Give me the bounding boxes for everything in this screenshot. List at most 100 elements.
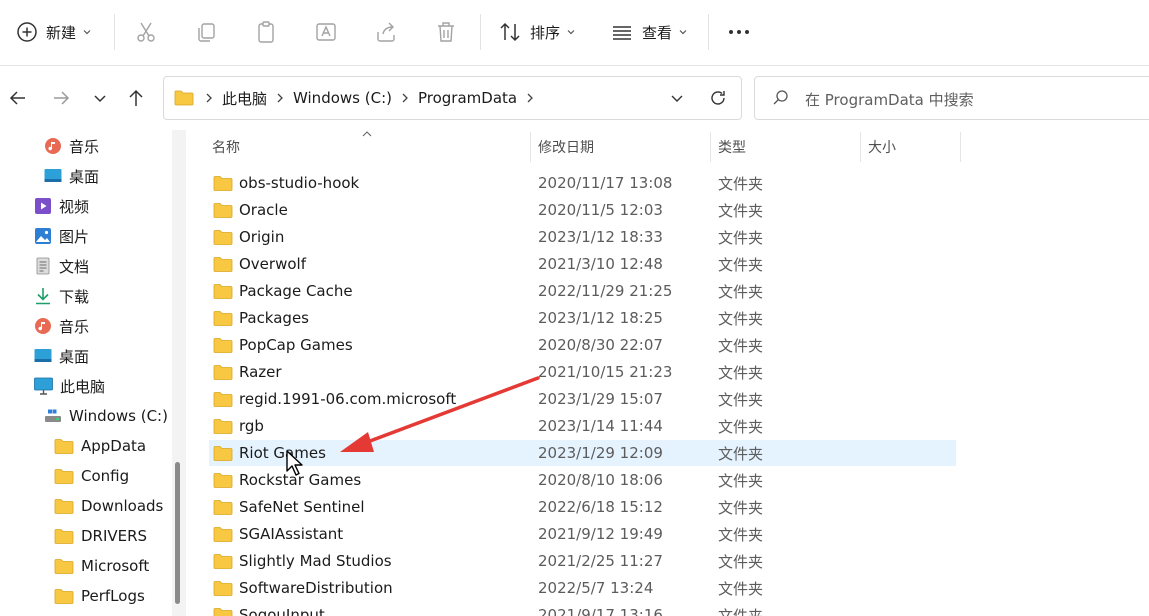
file-type: 文件夹	[718, 201, 764, 220]
address-history-button[interactable]	[664, 85, 690, 111]
column-header-type[interactable]: 类型	[718, 130, 746, 164]
nav-item-label: 音乐	[69, 137, 100, 156]
nav-item-pictures[interactable]: 图片	[34, 224, 89, 248]
table-row[interactable]: Package Cache 2022/11/29 21:25 文件夹	[209, 278, 956, 304]
table-row[interactable]: Slightly Mad Studios 2021/2/25 11:27 文件夹	[209, 548, 956, 574]
nav-item-music[interactable]: 音乐	[44, 134, 99, 158]
nav-item-label: DRIVERS	[81, 527, 148, 545]
nav-item-this-pc[interactable]: 此电脑	[34, 374, 105, 398]
column-divider[interactable]	[960, 132, 961, 162]
delete-button[interactable]	[434, 16, 458, 48]
nav-item-folder[interactable]: DRIVERS	[54, 524, 147, 548]
sort-button[interactable]: 排序	[498, 16, 576, 48]
folder-icon	[213, 170, 233, 196]
file-name: SoftwareDistribution	[239, 579, 393, 597]
back-button[interactable]	[4, 84, 32, 112]
trash-icon	[438, 22, 454, 42]
cut-button[interactable]	[134, 16, 158, 48]
nav-item-downloads[interactable]: 下载	[34, 284, 89, 308]
table-row[interactable]: Packages 2023/1/12 18:25 文件夹	[209, 305, 956, 331]
nav-item-label: 视频	[59, 197, 90, 216]
nav-item-desktop[interactable]: 桌面	[34, 344, 89, 368]
video-icon	[35, 198, 51, 214]
file-type: 文件夹	[718, 606, 764, 616]
scrollbar-thumb[interactable]	[175, 462, 180, 604]
folder-icon	[213, 224, 233, 250]
file-name: rgb	[239, 417, 264, 435]
table-row[interactable]: regid.1991-06.com.microsoft 2023/1/29 15:…	[209, 386, 956, 412]
up-button[interactable]	[122, 84, 150, 112]
file-modified-date: 2021/10/15 21:23	[538, 363, 673, 381]
table-row[interactable]: Oracle 2020/11/5 12:03 文件夹	[209, 197, 956, 223]
nav-item-label: Downloads	[81, 497, 164, 515]
column-header-size[interactable]: 大小	[868, 130, 896, 164]
share-button[interactable]	[374, 16, 398, 48]
breadcrumb-programdata[interactable]: ProgramData	[418, 89, 517, 107]
folder-icon	[213, 602, 233, 616]
nav-item-desktop[interactable]: 桌面	[44, 164, 99, 188]
nav-item-label: Windows (C:)	[69, 407, 168, 425]
table-row[interactable]: rgb 2023/1/14 11:44 文件夹	[209, 413, 956, 439]
file-name: Razer	[239, 363, 282, 381]
nav-item-drive-c[interactable]: Windows (C:)	[44, 404, 168, 428]
file-type: 文件夹	[718, 579, 764, 598]
folder-icon	[213, 278, 233, 304]
column-divider[interactable]	[710, 132, 711, 162]
mouse-cursor-icon	[286, 450, 303, 476]
copy-button[interactable]	[194, 16, 218, 48]
music-icon	[45, 138, 61, 154]
breadcrumb-this-pc[interactable]: 此电脑	[222, 88, 267, 109]
plus-circle-icon	[17, 22, 37, 42]
column-divider[interactable]	[530, 132, 531, 162]
table-row[interactable]: SafeNet Sentinel 2022/6/18 15:12 文件夹	[209, 494, 956, 520]
file-name: Riot Games	[239, 444, 326, 462]
table-row[interactable]: obs-studio-hook 2020/11/17 13:08 文件夹	[209, 170, 956, 196]
nav-item-music[interactable]: 音乐	[34, 314, 89, 338]
folder-icon	[213, 467, 233, 493]
nav-scrollbar[interactable]	[172, 130, 186, 616]
table-row[interactable]: Origin 2023/1/12 18:33 文件夹	[209, 224, 956, 250]
nav-item-folder[interactable]: AppData	[54, 434, 146, 458]
breadcrumb-drive-c[interactable]: Windows (C:)	[293, 89, 392, 107]
copy-icon	[198, 23, 215, 42]
table-row[interactable]: SogouInput 2021/9/17 13:16 文件夹	[209, 602, 956, 616]
rename-button[interactable]	[314, 16, 338, 48]
table-row[interactable]: SoftwareDistribution 2022/5/7 13:24 文件夹	[209, 575, 956, 601]
table-row[interactable]: SGAIAssistant 2021/9/12 19:49 文件夹	[209, 521, 956, 547]
nav-item-folder[interactable]: Downloads	[54, 494, 163, 518]
recent-locations-button[interactable]	[86, 84, 114, 112]
table-row[interactable]: Riot Games 2023/1/29 12:09 文件夹	[209, 440, 956, 466]
folder-icon	[213, 359, 233, 385]
column-header-date[interactable]: 修改日期	[538, 130, 594, 164]
refresh-button[interactable]	[705, 85, 731, 111]
new-button[interactable]: 新建	[16, 16, 92, 48]
column-header-name[interactable]: 名称	[212, 130, 240, 164]
folder-icon	[213, 548, 233, 574]
file-name: Packages	[239, 309, 309, 327]
chevron-down-icon	[83, 30, 91, 35]
nav-item-folder[interactable]: Config	[54, 464, 129, 488]
nav-item-folder[interactable]: Microsoft	[54, 554, 149, 578]
address-bar[interactable]: 此电脑 Windows (C:) ProgramData	[163, 76, 742, 120]
file-modified-date: 2020/8/30 22:07	[538, 336, 663, 354]
file-type: 文件夹	[718, 471, 764, 490]
table-row[interactable]: Rockstar Games 2020/8/10 18:06 文件夹	[209, 467, 956, 493]
command-bar: 新建 排序 查看	[0, 0, 1149, 66]
table-row[interactable]: PopCap Games 2020/8/30 22:07 文件夹	[209, 332, 956, 358]
more-dots-icon	[729, 30, 749, 34]
chevron-right-icon	[204, 92, 214, 104]
download-icon	[36, 288, 50, 305]
forward-button[interactable]	[47, 84, 75, 112]
nav-item-folder[interactable]: PerfLogs	[54, 584, 145, 608]
file-name: Slightly Mad Studios	[239, 552, 392, 570]
column-divider[interactable]	[860, 132, 861, 162]
view-button[interactable]: 查看	[610, 16, 688, 48]
nav-item-videos[interactable]: 视频	[34, 194, 89, 218]
table-row[interactable]: Razer 2021/10/15 21:23 文件夹	[209, 359, 956, 385]
nav-item-documents[interactable]: 文档	[34, 254, 89, 278]
paste-button[interactable]	[254, 16, 278, 48]
search-box[interactable]: 在 ProgramData 中搜索	[754, 76, 1149, 120]
file-modified-date: 2023/1/29 15:07	[538, 390, 663, 408]
table-row[interactable]: Overwolf 2021/3/10 12:48 文件夹	[209, 251, 956, 277]
more-options-button[interactable]	[726, 16, 752, 48]
